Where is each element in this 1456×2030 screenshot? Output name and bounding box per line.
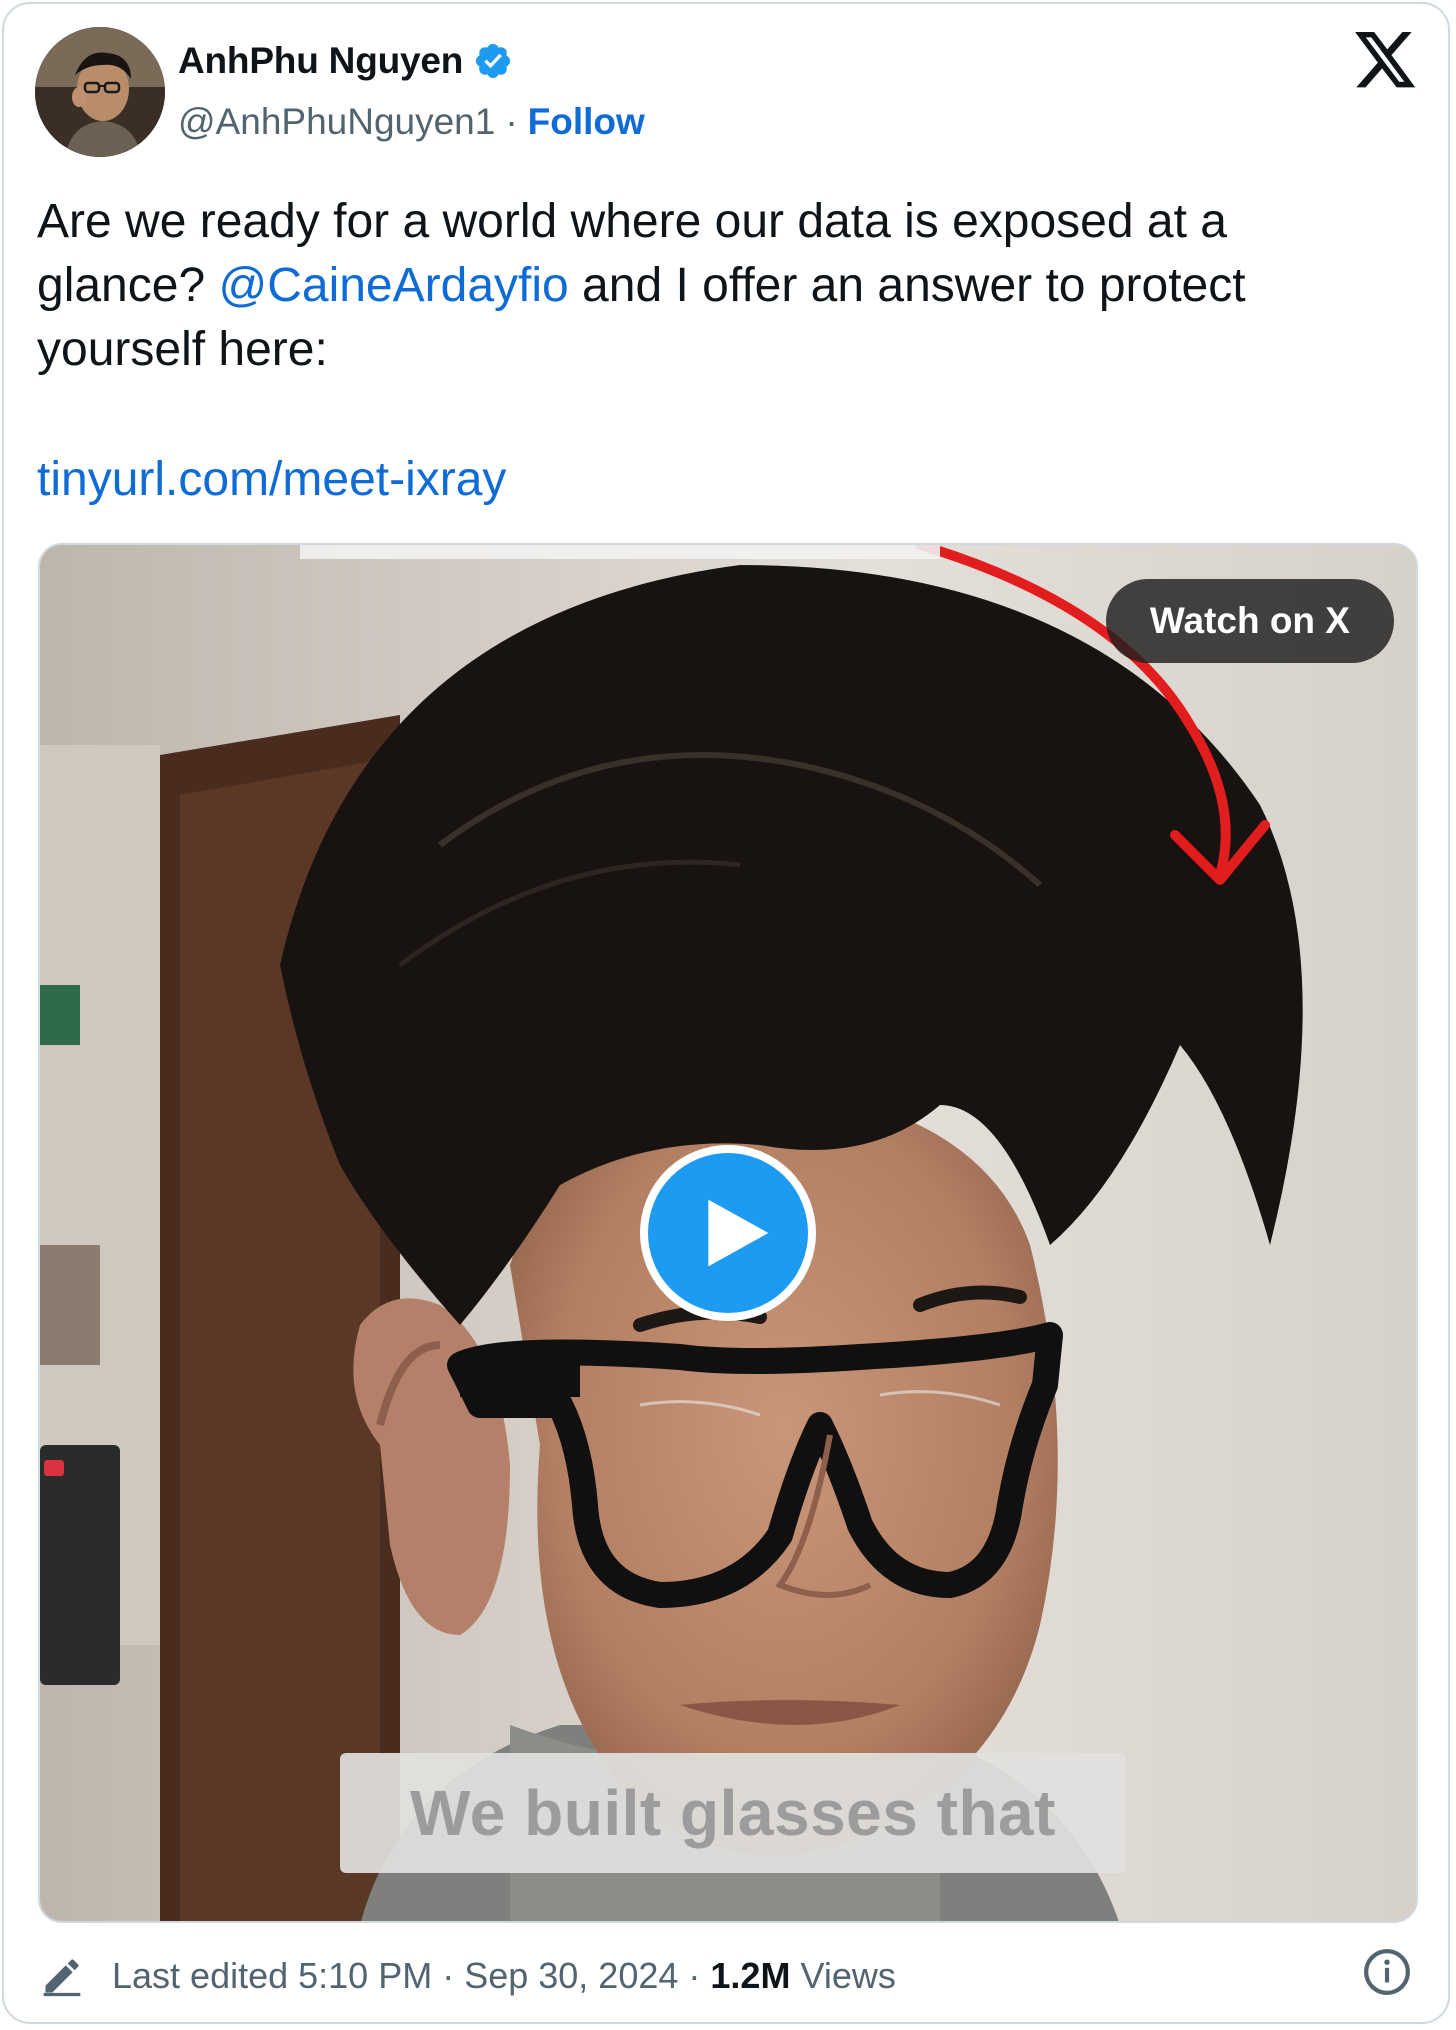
- edited-time[interactable]: Last edited 5:10 PM: [112, 1955, 432, 1997]
- watch-on-x-button[interactable]: Watch on X: [1105, 579, 1394, 663]
- video-caption: We built glasses that: [340, 1753, 1126, 1873]
- verified-badge-icon: [473, 41, 513, 81]
- footer-separator-2: ·: [688, 1955, 701, 1996]
- x-logo-icon[interactable]: [1354, 32, 1418, 90]
- edit-pencil-icon: [40, 1954, 84, 1998]
- play-icon: [708, 1199, 769, 1267]
- mention-link[interactable]: @CaineArdayfio: [218, 259, 568, 312]
- views-label: Views: [800, 1955, 896, 1996]
- play-button[interactable]: [640, 1145, 816, 1321]
- tweet-text: Are we ready for a world where our data …: [37, 190, 1407, 382]
- follow-button[interactable]: Follow: [528, 101, 645, 143]
- author-handle[interactable]: @AnhPhuNguyen1: [178, 101, 495, 143]
- tweet-card: AnhPhu Nguyen @AnhPhuNguyen1 · Follow Ar…: [2, 2, 1450, 2024]
- author-name-row: AnhPhu Nguyen: [178, 40, 513, 82]
- video-media[interactable]: Watch on X We built glasses that: [38, 543, 1418, 1923]
- avatar-photo: [35, 27, 165, 157]
- handle-separator: ·: [505, 101, 518, 142]
- footer-separator-1: ·: [442, 1955, 455, 1996]
- avatar[interactable]: [35, 27, 165, 157]
- tweet-url-link[interactable]: tinyurl.com/meet-ixray: [37, 448, 506, 512]
- info-icon[interactable]: [1362, 1947, 1412, 1997]
- author-handle-row: @AnhPhuNguyen1 · Follow: [178, 101, 645, 143]
- author-display-name[interactable]: AnhPhu Nguyen: [178, 40, 463, 82]
- tweet-footer: Last edited 5:10 PM · Sep 30, 2024 · 1.2…: [40, 1954, 896, 1998]
- tweet-date[interactable]: Sep 30, 2024: [464, 1955, 678, 1997]
- views-count: 1.2M: [710, 1955, 791, 1996]
